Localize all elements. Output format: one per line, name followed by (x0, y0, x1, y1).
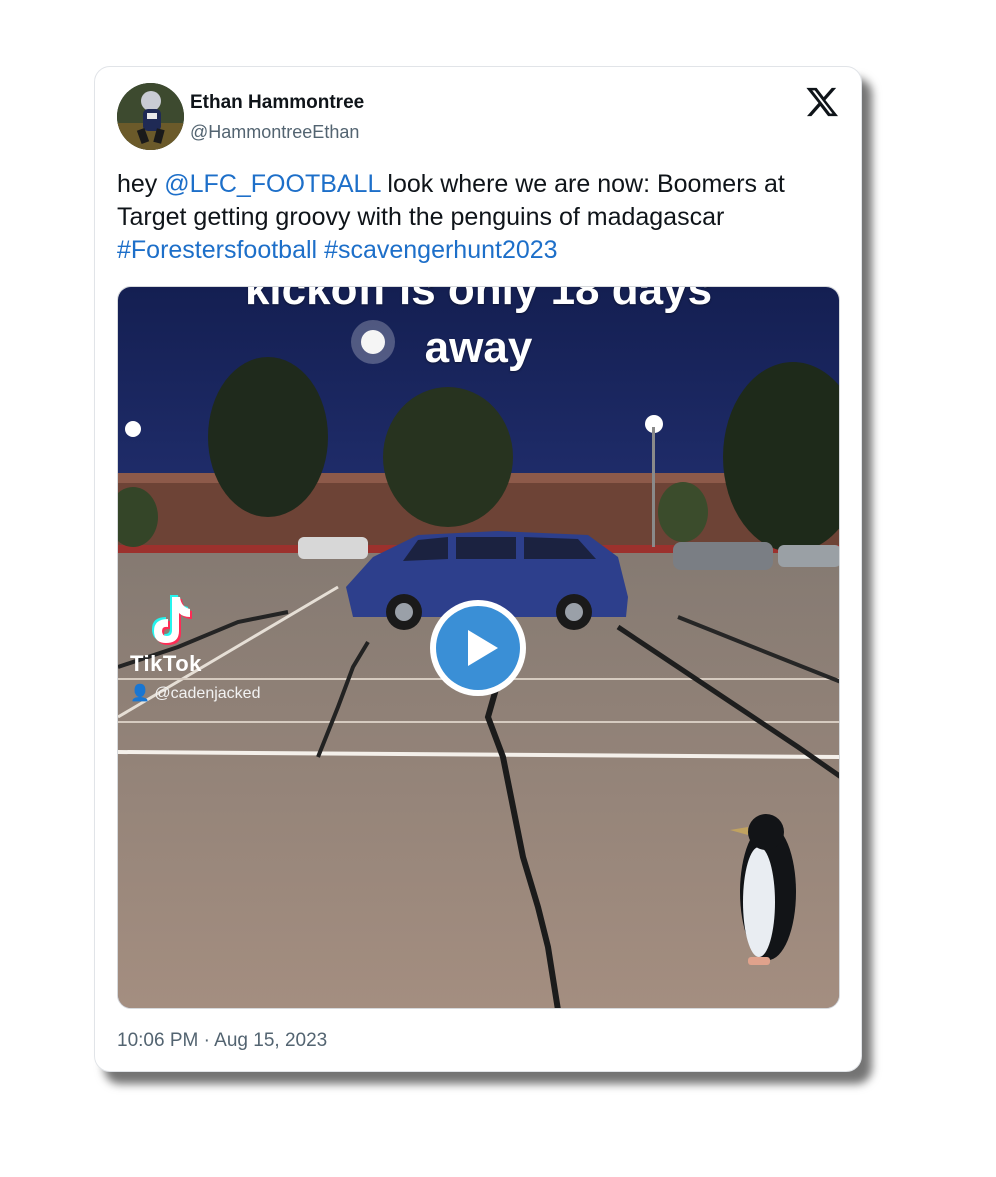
tiktok-username-text: @cadenjacked (154, 685, 261, 702)
tweet-timestamp[interactable]: 10:06 PM · Aug 15, 2023 (117, 1030, 327, 1052)
play-icon[interactable] (428, 598, 528, 698)
hashtag-link[interactable]: #Forestersfootball (117, 236, 317, 264)
video-caption-line1: kickoff is only 18 days (244, 286, 713, 314)
video-media[interactable]: kickoff is only 18 days away TikTok 👤 @c… (117, 286, 840, 1009)
tiktok-icon (152, 595, 192, 645)
hashtag-link[interactable]: #scavengerhunt2023 (324, 236, 558, 264)
tweet-text: hey @LFC_FOOTBALL look where we are now:… (117, 168, 847, 267)
x-logo-icon[interactable] (805, 85, 839, 119)
author-name[interactable]: Ethan Hammontree (190, 92, 364, 114)
tiktok-username: 👤 @cadenjacked (130, 683, 260, 703)
video-caption-line2: away (424, 323, 533, 372)
author-handle[interactable]: @HammontreeEthan (190, 122, 359, 143)
tweet-prefix: hey (117, 170, 165, 198)
tweet-card: Ethan Hammontree @HammontreeEthan hey @L… (94, 66, 862, 1072)
user-icon: 👤 (130, 685, 150, 702)
mention-link[interactable]: @LFC_FOOTBALL (164, 170, 380, 198)
avatar[interactable] (117, 83, 184, 150)
tiktok-watermark: TikTok (130, 651, 202, 676)
